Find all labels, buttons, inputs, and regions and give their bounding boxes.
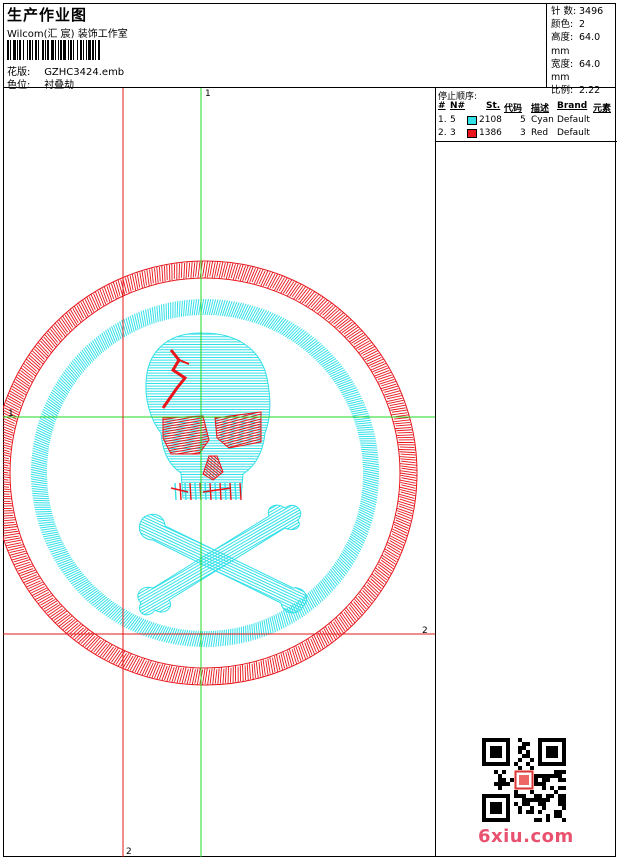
stat-stitches: 针 数: 3496 [551,6,604,17]
embroidery-design-canvas: 1 1 2 2 [3,88,435,857]
row1-code: 5 [520,115,526,125]
col-header-desc: 描述 [531,104,550,114]
row2-needle: 3 [450,128,456,138]
row2-brand: Default [557,128,590,138]
stat-colors: 颜色: 2 [551,19,586,31]
skull-red-details [161,349,262,501]
row2-color-swatch [467,129,477,138]
row2-code: 3 [520,128,526,138]
row2-desc: Red [531,128,549,138]
col-header-stitches: St. [486,101,501,111]
red-guide-right-label: 2 [422,626,428,636]
green-guide-top-label: 1 [205,89,211,99]
row1-color-swatch [467,116,477,125]
header: 生产作业图 Wilcom(汇 宸) 装饰工作室 花版: GZHC3424.emb… [3,3,617,96]
company-name: Wilcom(汇 宸) 装饰工作室 [7,29,128,40]
col-header-needle: N# [450,101,466,111]
stat-height: 高度: 64.0 mm [551,32,601,57]
row2-index: 2. [438,128,447,138]
header-info: 生产作业图 Wilcom(汇 宸) 装饰工作室 花版: GZHC3424.emb… [7,5,543,91]
row1-needle: 5 [450,115,456,125]
row1-index: 1. [438,115,447,125]
barcode-icon [7,40,100,60]
col-header-brand: Brand [557,101,588,111]
stats-list: 针 数: 3496 颜色: 2 高度: 64.0 mm 宽度: 64.0 mm 比例: 2… [551,5,617,97]
embroidery-design: 1 1 2 2 [3,88,435,857]
qr-code-icon [482,738,566,822]
row1-brand: Default [557,115,590,125]
col-header-code: 代码 [504,104,523,114]
row2-stitches: 1386 [479,128,502,138]
color-stop-table: 停止顺序: # N# St. 代码 描述 Brand 元素 1. 5 2108 … [436,88,617,142]
row1-stitches: 2108 [479,115,502,125]
page-title: 生产作业图 [7,6,88,24]
cyan-inner-ring [30,298,380,648]
row1-desc: Cyan [531,115,554,125]
col-header-index: # [438,101,446,111]
stat-width: 宽度: 64.0 mm [551,58,601,84]
red-guide-bottom-label: 2 [126,847,132,857]
col-header-element: 元素 [593,104,612,114]
stats-panel: 针 数: 3496 颜色: 2 高度: 64.0 mm 宽度: 64.0 mm 比例: 2… [546,3,617,96]
green-guide-left-label: 1 [8,409,14,419]
site-logo: 6xiu.com [478,826,574,847]
